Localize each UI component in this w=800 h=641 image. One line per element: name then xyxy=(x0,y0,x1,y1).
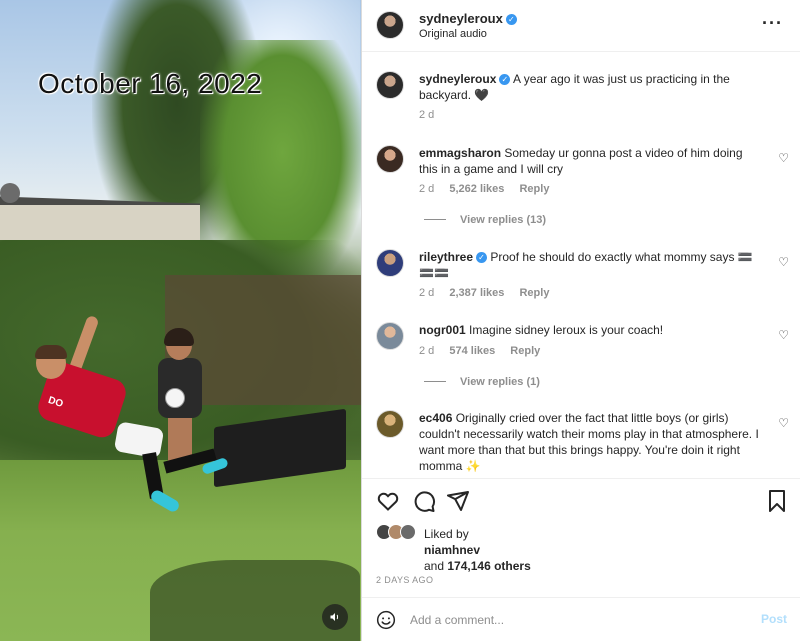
more-options-icon[interactable]: ··· xyxy=(762,13,783,34)
shadow xyxy=(150,560,360,641)
likes-count-link[interactable]: 174,146 others xyxy=(447,559,530,573)
like-heart-icon[interactable]: ♡ xyxy=(778,151,789,165)
and-label: and xyxy=(424,559,445,573)
emoji-icon[interactable] xyxy=(376,610,396,630)
post-sidebar: sydneyleroux ✓ Original audio ··· sydneyl… xyxy=(361,0,800,641)
verified-badge-icon: ✓ xyxy=(499,74,511,85)
comment-icon[interactable] xyxy=(412,489,436,513)
verified-badge-icon: ✓ xyxy=(505,14,517,25)
original-audio-link[interactable]: Original audio xyxy=(419,28,487,40)
reply-button[interactable]: Reply xyxy=(519,183,549,195)
comment-text: Originally cried over the fact that litt… xyxy=(419,411,759,473)
comment-username[interactable]: nogr001 xyxy=(419,323,466,337)
author-username[interactable]: sydneyleroux xyxy=(419,11,503,26)
caption-time: 2 d xyxy=(419,109,435,121)
comment-likes[interactable]: 5,262 likes xyxy=(449,183,504,195)
view-replies-button[interactable]: View replies (13) xyxy=(424,214,546,226)
like-heart-icon[interactable]: ♡ xyxy=(778,328,789,342)
commenter-avatar[interactable] xyxy=(376,145,404,173)
post-header: sydneyleroux ✓ Original audio ··· xyxy=(362,0,800,52)
author-avatar[interactable] xyxy=(376,11,404,39)
post-media-video[interactable]: DO October 16, 2022 xyxy=(0,0,361,641)
comment-text: Imagine sidney leroux is your coach! xyxy=(469,323,664,337)
child-figure: DO xyxy=(30,314,229,525)
like-heart-icon[interactable]: ♡ xyxy=(778,255,789,269)
comment-username[interactable]: emmagsharon xyxy=(419,146,501,160)
post-date[interactable]: 2 DAYS AGO xyxy=(376,575,433,585)
add-comment-bar: Post xyxy=(362,597,800,641)
commenter-avatar[interactable] xyxy=(376,322,404,350)
heart-icon[interactable] xyxy=(376,489,400,513)
liker-avatars[interactable] xyxy=(376,524,416,543)
comment-time: 2 d xyxy=(419,183,435,195)
first-liker-username[interactable]: niamhnev xyxy=(424,543,480,557)
bookmark-icon[interactable] xyxy=(765,489,789,513)
commenter-avatar[interactable] xyxy=(376,249,404,277)
satellite-dish xyxy=(0,183,20,203)
post-actions-bar xyxy=(362,478,800,520)
liked-by-label: Liked by xyxy=(424,527,469,541)
comments-list[interactable]: sydneyleroux ✓ A year ago it was just us … xyxy=(362,53,800,477)
likes-summary: Liked by niamhnev and 174,146 others xyxy=(376,522,776,574)
comment-input[interactable] xyxy=(410,608,740,632)
share-icon[interactable] xyxy=(446,489,470,513)
commenter-avatar[interactable] xyxy=(376,410,404,438)
comment-username[interactable]: rileythree xyxy=(419,250,473,264)
like-heart-icon[interactable]: ♡ xyxy=(778,416,789,430)
comment-time: 2 d xyxy=(419,345,435,357)
reply-button[interactable]: Reply xyxy=(519,287,549,299)
comment-likes[interactable]: 574 likes xyxy=(449,345,495,357)
comment-time: 2 d xyxy=(419,287,435,299)
post-comment-button[interactable]: Post xyxy=(761,612,787,626)
speaker-icon xyxy=(330,613,339,621)
verified-badge-icon: ✓ xyxy=(476,252,488,263)
author-avatar[interactable] xyxy=(376,71,404,99)
comment-username[interactable]: ec406 xyxy=(419,411,452,425)
video-date-overlay: October 16, 2022 xyxy=(38,68,263,99)
mute-toggle-button[interactable] xyxy=(322,604,348,630)
reply-button[interactable]: Reply xyxy=(510,345,540,357)
comment-likes[interactable]: 2,387 likes xyxy=(449,287,504,299)
view-replies-button[interactable]: View replies (1) xyxy=(424,376,540,388)
caption-username[interactable]: sydneyleroux xyxy=(419,72,496,86)
